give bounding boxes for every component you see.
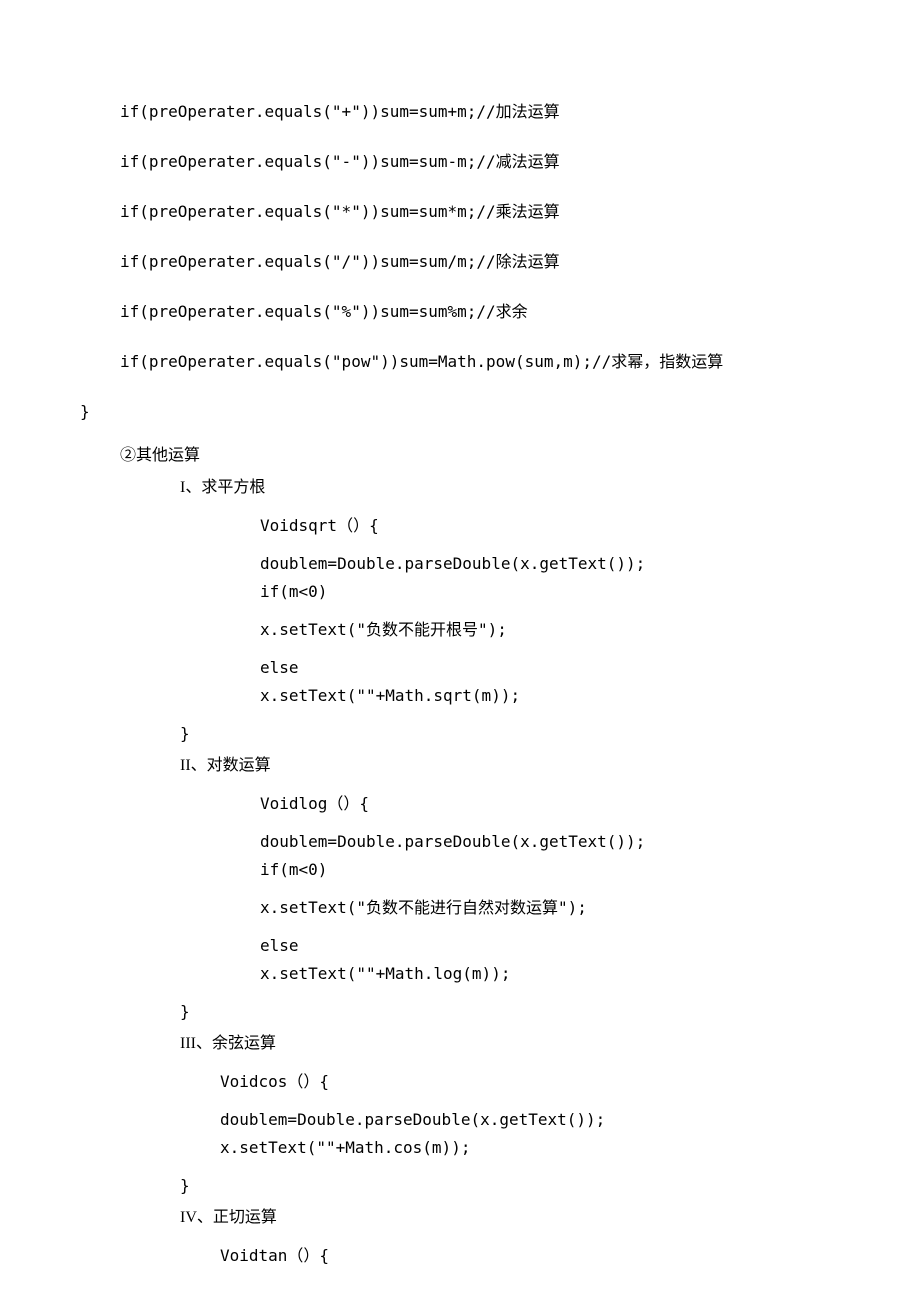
- tan-title: IV、正切运算: [80, 1206, 860, 1230]
- log-line-5: x.setText(""+Math.log(m));: [80, 962, 860, 986]
- log-line-1: doublem=Double.parseDouble(x.getText());: [80, 830, 860, 854]
- sqrt-close-brace: }: [80, 722, 860, 746]
- cos-line-0: Voidcos（）{: [80, 1070, 860, 1094]
- log-title: II、对数运算: [80, 754, 860, 778]
- sqrt-line-4: else: [80, 656, 860, 680]
- log-close-brace: }: [80, 1000, 860, 1024]
- arith-pow: if(preOperater.equals("pow"))sum=Math.po…: [80, 350, 860, 374]
- arith-mod: if(preOperater.equals("%"))sum=sum%m;//求…: [80, 300, 860, 324]
- sqrt-line-2: if(m<0): [80, 580, 860, 604]
- log-line-0: Voidlog（）{: [80, 792, 860, 816]
- tan-line-0: Voidtan（）{: [80, 1244, 860, 1268]
- sqrt-line-5: x.setText(""+Math.sqrt(m));: [80, 684, 860, 708]
- sqrt-title: I、求平方根: [80, 476, 860, 500]
- arith-div: if(preOperater.equals("/"))sum=sum/m;//除…: [80, 250, 860, 274]
- log-line-2: if(m<0): [80, 858, 860, 882]
- arith-close-brace: }: [80, 400, 860, 424]
- arith-add: if(preOperater.equals("+"))sum=sum+m;//加…: [80, 100, 860, 124]
- sqrt-line-3: x.setText("负数不能开根号");: [80, 618, 860, 642]
- log-line-4: else: [80, 934, 860, 958]
- arith-mul: if(preOperater.equals("*"))sum=sum*m;//乘…: [80, 200, 860, 224]
- sqrt-line-1: doublem=Double.parseDouble(x.getText());: [80, 552, 860, 576]
- cos-close-brace: }: [80, 1174, 860, 1198]
- log-line-3: x.setText("负数不能进行自然对数运算");: [80, 896, 860, 920]
- arith-sub: if(preOperater.equals("-"))sum=sum-m;//减…: [80, 150, 860, 174]
- sqrt-line-0: Voidsqrt（）{: [80, 514, 860, 538]
- cos-title: III、余弦运算: [80, 1032, 860, 1056]
- cos-line-1: doublem=Double.parseDouble(x.getText());: [80, 1108, 860, 1132]
- other-ops-heading: ②其他运算: [80, 444, 860, 468]
- cos-line-2: x.setText(""+Math.cos(m));: [80, 1136, 860, 1160]
